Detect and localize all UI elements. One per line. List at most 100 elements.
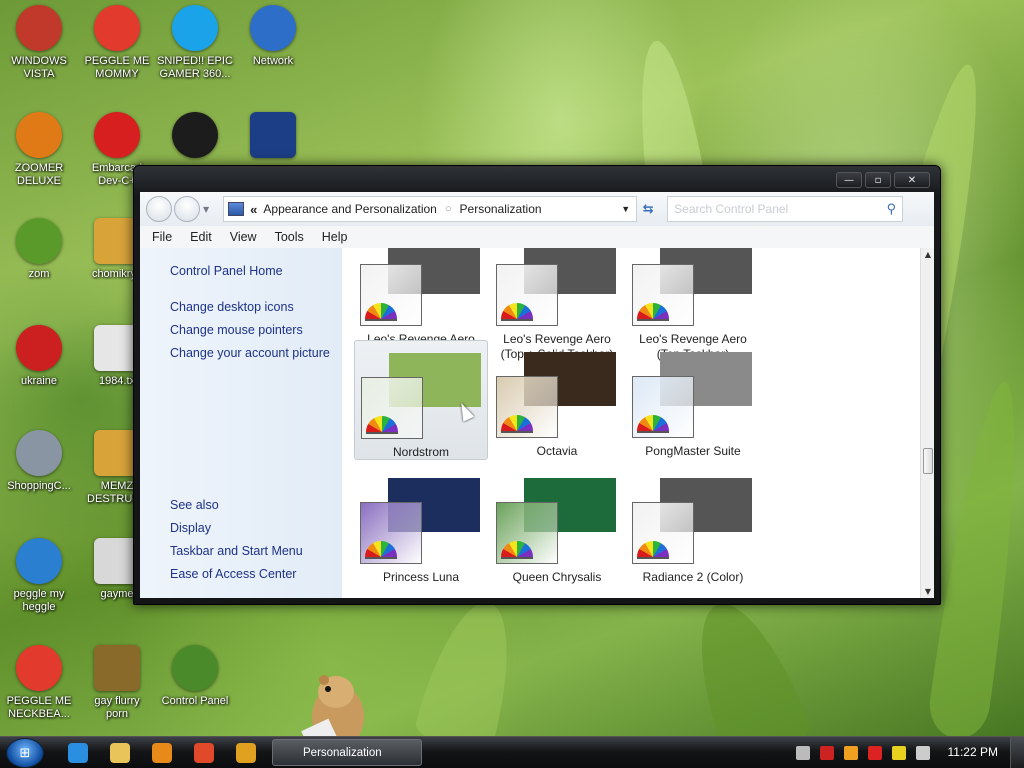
desktop-icon[interactable]: ukraine	[0, 325, 78, 388]
theme-item[interactable]: Princess Luna	[354, 466, 488, 586]
desktop-icon-label: zom	[28, 268, 50, 280]
menu-help[interactable]: Help	[322, 230, 348, 244]
theme-window-preview	[632, 264, 694, 326]
menu-tools[interactable]: Tools	[275, 230, 304, 244]
flash-tray-icon[interactable]	[820, 746, 834, 760]
desktop-icon[interactable]: SNIPED!! EPIC GAMER 360...	[156, 5, 234, 81]
paint-icon[interactable]	[194, 743, 214, 763]
theme-name: Radiance 2 (Color)	[642, 570, 744, 584]
desktop-icon-label: PEGGLE ME NECKBEA...	[6, 695, 72, 720]
scroll-thumb[interactable]	[923, 448, 933, 474]
window-controls: — ▫ ✕	[836, 172, 930, 188]
breadcrumb-overflow[interactable]: «	[250, 202, 257, 217]
address-bar[interactable]: « Appearance and Personalization ○ Perso…	[223, 196, 638, 222]
theme-window-preview	[360, 264, 422, 326]
desktop-icon[interactable]	[156, 112, 234, 162]
forward-button[interactable]	[174, 196, 200, 222]
control-panel-icon	[228, 202, 245, 216]
theme-gallery: Leo's Revenge Aero (Right Taskbar)Leo's …	[342, 248, 920, 598]
show-desktop-button[interactable]	[1010, 737, 1024, 768]
breadcrumb-separator-icon[interactable]: ○	[445, 203, 452, 215]
back-button[interactable]	[146, 196, 172, 222]
speech-icon[interactable]	[892, 746, 906, 760]
breadcrumb-appearance[interactable]: Appearance and Personalization	[263, 202, 436, 216]
color-fan-icon	[637, 415, 669, 433]
theme-name: Queen Chrysalis	[512, 570, 602, 584]
desktop-icon-label: gay flurry porn	[94, 695, 140, 720]
volume-icon[interactable]	[916, 746, 930, 760]
chrome-icon[interactable]	[236, 743, 256, 763]
recent-pages-dropdown[interactable]: ▼	[203, 205, 209, 214]
ease-of-access-link[interactable]: Ease of Access Center	[170, 567, 296, 581]
theme-item[interactable]: Queen Chrysalis	[490, 466, 624, 586]
control-panel-icon	[172, 645, 218, 691]
desktop-icon-label: Network	[252, 55, 294, 67]
search-input[interactable]: Search Control Panel ⚲	[667, 196, 904, 222]
tray-app-icon[interactable]	[796, 746, 810, 760]
radiation-icon	[16, 325, 62, 371]
theme-item[interactable]: Radiance 2 (Color)	[626, 466, 760, 586]
start-button[interactable]: ⊞	[6, 738, 44, 768]
clock[interactable]: 11:22 PM	[948, 745, 998, 759]
desktop-icon-label: WINDOWS VISTA	[11, 55, 67, 80]
desktop-icon[interactable]: peggle my heggle	[0, 538, 78, 614]
desktop-icon[interactable]: ShoppingC...	[0, 430, 78, 493]
flag-icon[interactable]	[868, 746, 882, 760]
taskbar-task-personalization[interactable]: Personalization	[272, 739, 422, 766]
color-fan-icon	[501, 541, 533, 559]
desktop-icon[interactable]: Control Panel	[156, 645, 234, 708]
control-panel-home-link[interactable]: Control Panel Home	[170, 264, 283, 278]
refresh-icon[interactable]: ⇆	[637, 202, 659, 217]
taskbar-start-menu-link[interactable]: Taskbar and Start Menu	[170, 544, 303, 558]
explorer-folder-icon[interactable]	[110, 743, 130, 763]
theme-item[interactable]: Nordstrom	[354, 340, 488, 460]
desktop-icon[interactable]: ZOOMER DELUXE	[0, 112, 78, 188]
dark-disc-icon	[172, 112, 218, 158]
color-fan-icon	[365, 541, 397, 559]
theme-item[interactable]: Leo's Revenge Aero (Right Taskbar)	[354, 248, 488, 361]
desktop-icon-label: SNIPED!! EPIC GAMER 360...	[157, 55, 233, 80]
see-also-heading: See also	[170, 498, 219, 512]
maximize-button[interactable]: ▫	[865, 172, 891, 188]
desktop-icon[interactable]	[234, 112, 312, 162]
ie-icon[interactable]	[68, 743, 88, 763]
desktop-icon[interactable]: zom	[0, 218, 78, 281]
vertical-scrollbar[interactable]: ▲ ▼	[920, 248, 934, 598]
change-desktop-icons-link[interactable]: Change desktop icons	[170, 300, 294, 314]
scroll-up-icon[interactable]: ▲	[921, 250, 935, 259]
desktop-icon-label: ShoppingC...	[7, 480, 71, 492]
menu-file[interactable]: File	[152, 230, 172, 244]
theme-window-preview	[360, 502, 422, 564]
menu-view[interactable]: View	[230, 230, 257, 244]
minimize-button[interactable]: —	[836, 172, 862, 188]
search-icon[interactable]: ⚲	[887, 201, 897, 217]
desktop-icon-label: PEGGLE ME MOMMY	[84, 55, 150, 80]
desktop-icon[interactable]: Network	[234, 5, 312, 68]
address-dropdown-icon[interactable]: ▼	[621, 204, 630, 214]
theme-item[interactable]: Leo's Revenge Aero (Top Taskbar)	[626, 248, 760, 361]
skype-icon	[172, 5, 218, 51]
breadcrumb-personalization[interactable]: Personalization	[460, 202, 542, 216]
color-fan-icon	[366, 416, 398, 434]
desktop-icon[interactable]: PEGGLE ME NECKBEA...	[0, 645, 78, 721]
theme-item[interactable]: PongMaster Suite	[626, 340, 760, 460]
scroll-down-icon[interactable]: ▼	[921, 587, 935, 596]
theme-window-preview	[632, 376, 694, 438]
menu-bar: File Edit View Tools Help	[140, 226, 934, 248]
desktop-icon[interactable]: PEGGLE ME MOMMY	[78, 5, 156, 81]
display-link[interactable]: Display	[170, 521, 211, 535]
theme-item[interactable]: Octavia	[490, 340, 624, 460]
flash-icon	[16, 430, 62, 476]
change-account-picture-link[interactable]: Change your account picture	[170, 346, 330, 360]
menu-edit[interactable]: Edit	[190, 230, 212, 244]
personalization-window: — ▫ ✕ ▼ « Appearance and Personalization…	[133, 165, 941, 605]
theme-item[interactable]: Leo's Revenge Aero (Top + Solid Taskbar)	[490, 248, 624, 361]
window-client-area: ▼ « Appearance and Personalization ○ Per…	[140, 192, 934, 598]
change-mouse-pointers-link[interactable]: Change mouse pointers	[170, 323, 303, 337]
media-player-icon[interactable]	[152, 743, 172, 763]
theme-window-preview	[496, 502, 558, 564]
close-button[interactable]: ✕	[894, 172, 930, 188]
desktop-icon[interactable]: WINDOWS VISTA	[0, 5, 78, 81]
search-tray-icon[interactable]	[844, 746, 858, 760]
desktop-icon[interactable]: gay flurry porn	[78, 645, 156, 721]
